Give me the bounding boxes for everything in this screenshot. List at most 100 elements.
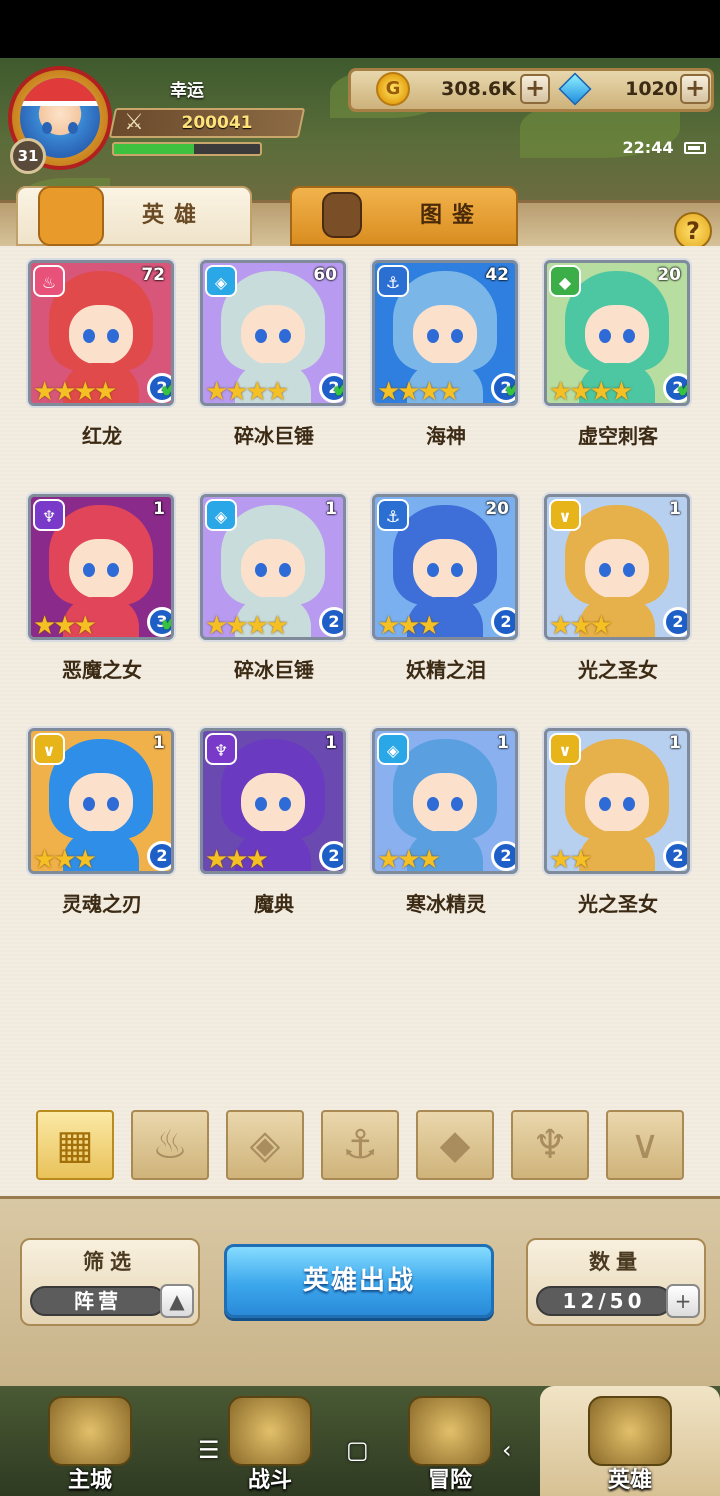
- filter-value[interactable]: 阵营: [30, 1286, 166, 1316]
- hero-grid: ♨ 72 ★★★★ 2 ✔ 红龙 ◈ 60 ★★★★ 2 ✔ 碎冰巨锤 ⚓: [0, 256, 720, 956]
- hero-grade-badge: 2: [147, 841, 171, 871]
- beast-icon: ◆: [439, 1122, 471, 1168]
- hero-portrait-frame: ⚓ 20 ★★★ 2: [372, 494, 518, 640]
- filter-demon-button[interactable]: ♆: [511, 1110, 589, 1180]
- hero-grade-badge: 2: [663, 841, 687, 871]
- hero-card[interactable]: ◈ 1 ★★★★ 2 碎冰巨锤: [200, 494, 348, 682]
- filter-toggle-button[interactable]: ▲: [160, 1284, 194, 1318]
- nav-city[interactable]: 主城: [0, 1386, 180, 1496]
- hero-stars: ★★: [549, 845, 593, 874]
- hero-card[interactable]: ⚓ 20 ★★★ 2 妖精之泪: [372, 494, 520, 682]
- faction-filter-bar: ▦ ♨ ◈ ⚓ ◆ ♆ ∨: [0, 1100, 720, 1190]
- exp-bar: [112, 142, 262, 156]
- tab-book-label: 图鉴: [419, 203, 484, 228]
- faction-sea-icon: ⚓: [377, 499, 409, 531]
- tab-book[interactable]: 图鉴: [290, 186, 518, 246]
- nav-adventure[interactable]: 冒险: [360, 1386, 540, 1496]
- hero-card[interactable]: ♆ 1 ★★★ 3 ✔ 恶魔之女: [28, 494, 176, 682]
- faction-ice-icon: ◈: [205, 265, 237, 297]
- hero-card[interactable]: ◈ 1 ★★★ 2 寒冰精灵: [372, 728, 520, 916]
- hero-count: 12/50: [536, 1286, 672, 1316]
- helmet-icon: [38, 186, 104, 246]
- hero-card[interactable]: ◆ 20 ★★★★ 2 ✔ 虚空刺客: [544, 260, 692, 448]
- hero-portrait-frame: ∨ 1 ★★★ 2: [544, 494, 690, 640]
- hero-stars: ★★★★: [205, 611, 289, 640]
- back-icon[interactable]: ‹: [502, 1436, 512, 1464]
- faction-demon-icon: ♆: [205, 733, 237, 765]
- filter-all-button[interactable]: ▦: [36, 1110, 114, 1180]
- magnifier-icon: [322, 192, 362, 238]
- hero-stars: ★★★: [377, 611, 441, 640]
- player-level-badge: 31: [10, 138, 46, 174]
- hero-card[interactable]: ◈ 60 ★★★★ 2 ✔ 碎冰巨锤: [200, 260, 348, 448]
- add-capacity-button[interactable]: +: [666, 1284, 700, 1318]
- tab-heroes-label: 英雄: [141, 203, 206, 228]
- faction-light-icon: ∨: [549, 733, 581, 765]
- faction-sea-icon: ⚓: [377, 265, 409, 297]
- castle-icon: [48, 1396, 132, 1466]
- nav-heroes[interactable]: 英雄: [540, 1386, 720, 1496]
- hero-portrait-frame: ◈ 1 ★★★★ 2: [200, 494, 346, 640]
- filter-fire-button[interactable]: ♨: [131, 1110, 209, 1180]
- hero-stars: ★★★: [33, 845, 97, 874]
- hero-level: 20: [485, 499, 509, 519]
- filter-anchor-button[interactable]: ⚓: [321, 1110, 399, 1180]
- hero-name: 灵魂之刃: [62, 892, 142, 916]
- battery-icon: [684, 142, 706, 154]
- deployed-check-icon: ✔: [503, 371, 515, 403]
- filter-beast-button[interactable]: ◆: [416, 1110, 494, 1180]
- nav-label: 英雄: [607, 1468, 652, 1493]
- anchor-icon: ⚓: [342, 1122, 378, 1168]
- nav-label: 战斗: [247, 1468, 292, 1493]
- add-diamond-button[interactable]: +: [680, 74, 710, 104]
- hero-stars: ★★★: [549, 611, 613, 640]
- hero-name: 魔典: [254, 892, 294, 916]
- hero-level: 42: [485, 265, 509, 285]
- add-gold-button[interactable]: +: [520, 74, 550, 104]
- hero-card[interactable]: ∨ 1 ★★★ 2 灵魂之刃: [28, 728, 176, 916]
- hero-name: 恶魔之女: [62, 658, 142, 682]
- clock: 22:44: [622, 138, 674, 157]
- filter-light-button[interactable]: ∨: [606, 1110, 684, 1180]
- hero-grade-badge: 2: [319, 607, 343, 637]
- hero-card[interactable]: ♆ 1 ★★★ 2 魔典: [200, 728, 348, 916]
- filter-box: 筛选 阵营 ▲: [20, 1238, 200, 1326]
- hero-card[interactable]: ♨ 72 ★★★★ 2 ✔ 红龙: [28, 260, 176, 448]
- deployed-check-icon: ✔: [675, 371, 687, 403]
- filter-ice-button[interactable]: ◈: [226, 1110, 304, 1180]
- faction-ice-icon: ◈: [205, 499, 237, 531]
- deployed-check-icon: ✔: [331, 371, 343, 403]
- hero-card[interactable]: ⚓ 42 ★★★★ 2 ✔ 海神: [372, 260, 520, 448]
- deploy-heroes-button[interactable]: 英雄出战: [224, 1244, 494, 1318]
- hero-crest-icon: [588, 1396, 672, 1466]
- hero-stars: ★★★★: [33, 377, 117, 406]
- swords-icon: [228, 1396, 312, 1466]
- menu-icon[interactable]: ☰: [198, 1436, 220, 1464]
- tab-heroes[interactable]: 英雄: [16, 186, 252, 246]
- player-name: 幸运: [170, 81, 204, 101]
- hero-card[interactable]: ∨ 1 ★★ 2 光之圣女: [544, 728, 692, 916]
- hero-stars: ★★★: [205, 845, 269, 874]
- hero-level: 1: [153, 499, 165, 519]
- hero-level: 1: [497, 733, 509, 753]
- help-button[interactable]: ?: [674, 212, 712, 250]
- hero-stars: ★★★: [33, 611, 97, 640]
- hero-portrait-frame: ∨ 1 ★★ 2: [544, 728, 690, 874]
- home-icon[interactable]: ▢: [346, 1436, 369, 1464]
- hero-level: 72: [141, 265, 165, 285]
- count-box: 数量 12/50 +: [526, 1238, 706, 1326]
- gold-amount: 308.6K: [441, 78, 516, 100]
- ice-icon: ◈: [249, 1122, 281, 1168]
- hero-name: 光之圣女: [578, 658, 658, 682]
- hero-level: 1: [669, 499, 681, 519]
- hero-stars: ★★★★: [377, 377, 461, 406]
- exp-fill: [114, 144, 195, 154]
- filter-title: 筛选: [83, 1250, 137, 1274]
- faction-demon-icon: ♆: [33, 499, 65, 531]
- hero-level: 1: [325, 733, 337, 753]
- hero-portrait-frame: ♆ 1 ★★★ 3 ✔: [28, 494, 174, 640]
- hero-card[interactable]: ∨ 1 ★★★ 2 光之圣女: [544, 494, 692, 682]
- hero-stars: ★★★: [377, 845, 441, 874]
- hero-name: 红龙: [82, 424, 122, 448]
- hero-portrait-frame: ♆ 1 ★★★ 2: [200, 728, 346, 874]
